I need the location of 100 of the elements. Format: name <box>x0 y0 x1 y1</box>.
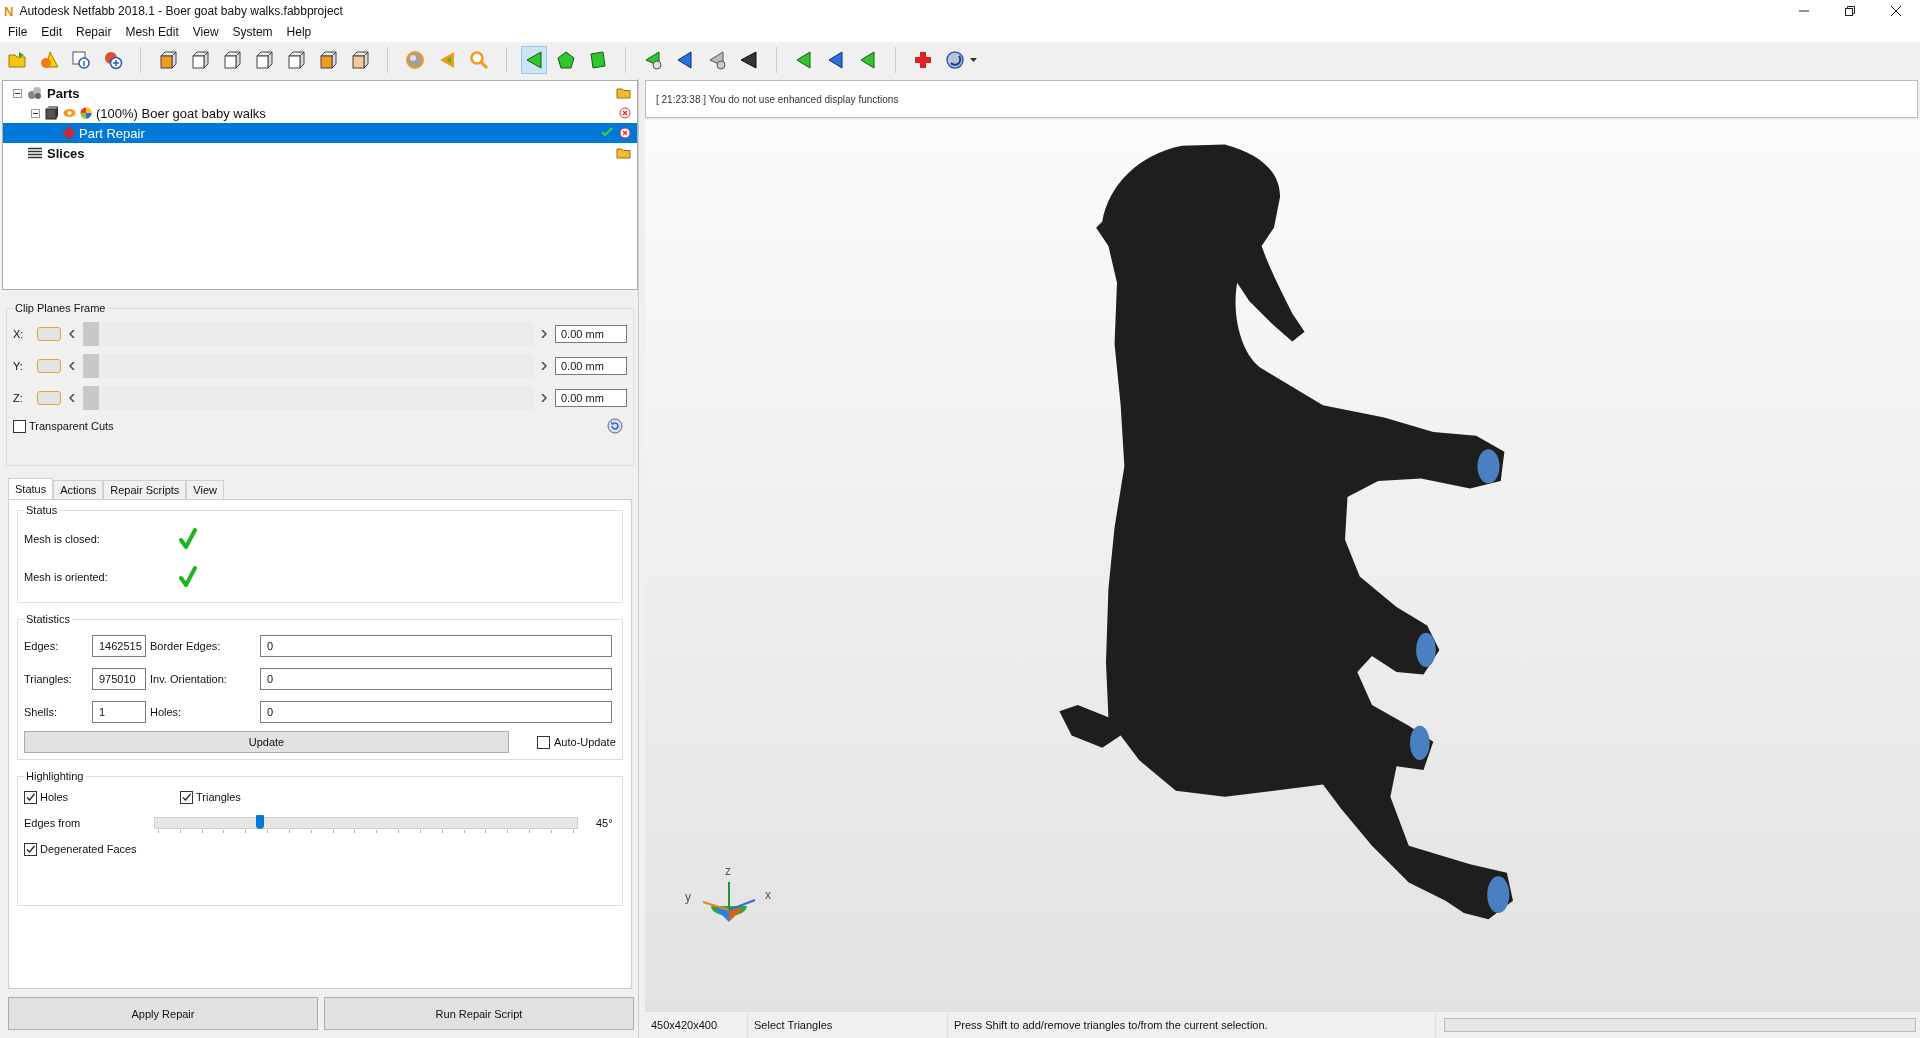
slider-label: Edges from <box>24 817 82 829</box>
axis-label: Z: <box>13 392 24 404</box>
folder-icon <box>7 50 27 70</box>
checkbox[interactable] <box>180 790 193 804</box>
plane-toggle[interactable] <box>37 359 61 373</box>
axis-label: y <box>685 890 691 904</box>
value-field[interactable]: 0.00 mm <box>555 357 627 375</box>
frame-title: Statistics <box>25 613 71 625</box>
chevron-right-icon[interactable] <box>541 330 547 338</box>
clip-slider[interactable] <box>83 386 533 410</box>
menu-item[interactable]: File <box>8 25 28 39</box>
stack-icon <box>27 147 43 159</box>
value-field[interactable]: 1462515 <box>92 635 146 657</box>
value-field[interactable]: 0.00 mm <box>555 325 627 343</box>
value-field[interactable]: 1 <box>92 701 146 723</box>
shapes-icon <box>39 50 59 70</box>
value-field[interactable]: 975010 <box>92 668 146 690</box>
axis-label: Y: <box>13 360 24 372</box>
menu-item[interactable]: Repair <box>76 25 112 39</box>
stat-label: Triangles: <box>24 673 73 685</box>
search-icon <box>469 50 489 70</box>
status-label: Mesh is closed: <box>24 533 101 545</box>
remove-icon[interactable] <box>619 127 631 139</box>
triangle-icon <box>675 50 695 70</box>
chevron-left-icon[interactable] <box>69 362 75 370</box>
menu-item[interactable]: System <box>232 25 273 39</box>
tree-item[interactable]: Part Repair <box>3 123 637 143</box>
plane-toggle[interactable] <box>37 327 61 341</box>
stat-label: Border Edges: <box>150 640 222 652</box>
menu-item[interactable]: Help <box>286 25 312 39</box>
color-wheel-icon[interactable] <box>80 107 92 119</box>
remove-icon[interactable] <box>619 107 631 119</box>
checkbox[interactable] <box>537 735 550 749</box>
value-field[interactable]: 0 <box>260 635 612 657</box>
tab[interactable]: View <box>186 480 224 499</box>
menu-item[interactable]: Edit <box>41 25 63 39</box>
clip-slider[interactable] <box>83 354 533 378</box>
edges-slider[interactable] <box>154 813 578 833</box>
plus-icon <box>913 50 933 70</box>
add-icon <box>103 50 123 70</box>
value-field[interactable]: 0.00 mm <box>555 389 627 407</box>
tab[interactable]: Status <box>8 478 54 499</box>
value-field[interactable]: 0 <box>260 668 612 690</box>
tab[interactable]: Actions <box>53 480 104 499</box>
tree-label: (100%) Boer goat baby walks <box>96 105 266 121</box>
collapse-toggle[interactable] <box>31 108 41 118</box>
chevron-right-icon[interactable] <box>541 394 547 402</box>
stat-label: Edges: <box>24 640 60 652</box>
log-message: [ 21:23:38 ] You do not use enhanced display functions <box>656 93 899 105</box>
frame-title: Highlighting <box>25 770 85 782</box>
reset-icon[interactable] <box>607 418 623 434</box>
action-button[interactable]: Apply Repair <box>8 997 318 1030</box>
goat-model-drawing[interactable] <box>1059 144 1513 920</box>
triangle-icon <box>739 50 759 70</box>
folder-icon[interactable] <box>616 87 631 99</box>
menu-item[interactable]: Mesh Edit <box>125 25 179 39</box>
checkbox[interactable] <box>13 419 26 433</box>
slider-reading: 45° <box>596 817 613 829</box>
window-title: Autodesk Netfabb 2018.1 - Boer goat baby walks.fabbproject <box>19 4 343 18</box>
sphere-icon <box>405 50 425 70</box>
tree-item[interactable]: Slices <box>3 143 637 163</box>
tab[interactable]: Repair Scripts <box>103 480 187 499</box>
action-button[interactable]: Run Repair Script <box>324 997 634 1030</box>
tree-label: Part Repair <box>79 125 145 141</box>
triangle-icon <box>858 50 878 70</box>
update-button[interactable]: Update <box>24 731 509 753</box>
status-text: Select Triangles <box>748 1012 948 1038</box>
restore-icon[interactable] <box>1844 5 1856 17</box>
disc-icon <box>945 50 965 70</box>
checkbox[interactable] <box>24 842 37 856</box>
viewport[interactable]: z y x <box>645 120 1920 1011</box>
axis-label: X: <box>13 328 25 340</box>
slider-thumb[interactable] <box>256 815 264 829</box>
value-field[interactable]: 0 <box>260 701 612 723</box>
folder-icon[interactable] <box>616 147 631 159</box>
clip-slider[interactable] <box>83 322 533 346</box>
chevron-left-icon[interactable] <box>69 330 75 338</box>
axis-label: x <box>765 888 771 902</box>
caret-icon[interactable] <box>970 58 977 62</box>
tree-label: Slices <box>47 145 85 161</box>
menu-item[interactable]: View <box>192 25 219 39</box>
tree-item[interactable]: (100%) Boer goat baby walks <box>3 103 637 123</box>
triangle-icon <box>643 50 663 70</box>
tree-label: Parts <box>47 85 80 101</box>
close-icon[interactable] <box>1890 5 1902 17</box>
tree-item[interactable]: Parts <box>3 83 637 103</box>
collapse-toggle[interactable] <box>13 88 23 98</box>
frame-title: Status <box>25 504 59 516</box>
chevron-left-icon[interactable] <box>69 394 75 402</box>
checkbox-label: Holes <box>40 791 69 803</box>
checkbox[interactable] <box>24 790 37 804</box>
stat-label: Holes: <box>150 706 183 718</box>
check-icon[interactable] <box>601 127 613 137</box>
status-text: Press Shift to add/remove triangles to/from the current selection. <box>948 1012 1436 1038</box>
axis-label: z <box>725 864 731 878</box>
plane-toggle[interactable] <box>37 391 61 405</box>
status-text: 450x420x400 <box>645 1012 748 1038</box>
triangle-icon <box>826 50 846 70</box>
chevron-right-icon[interactable] <box>541 362 547 370</box>
frame-title: Clip Planes Frame <box>14 302 107 314</box>
